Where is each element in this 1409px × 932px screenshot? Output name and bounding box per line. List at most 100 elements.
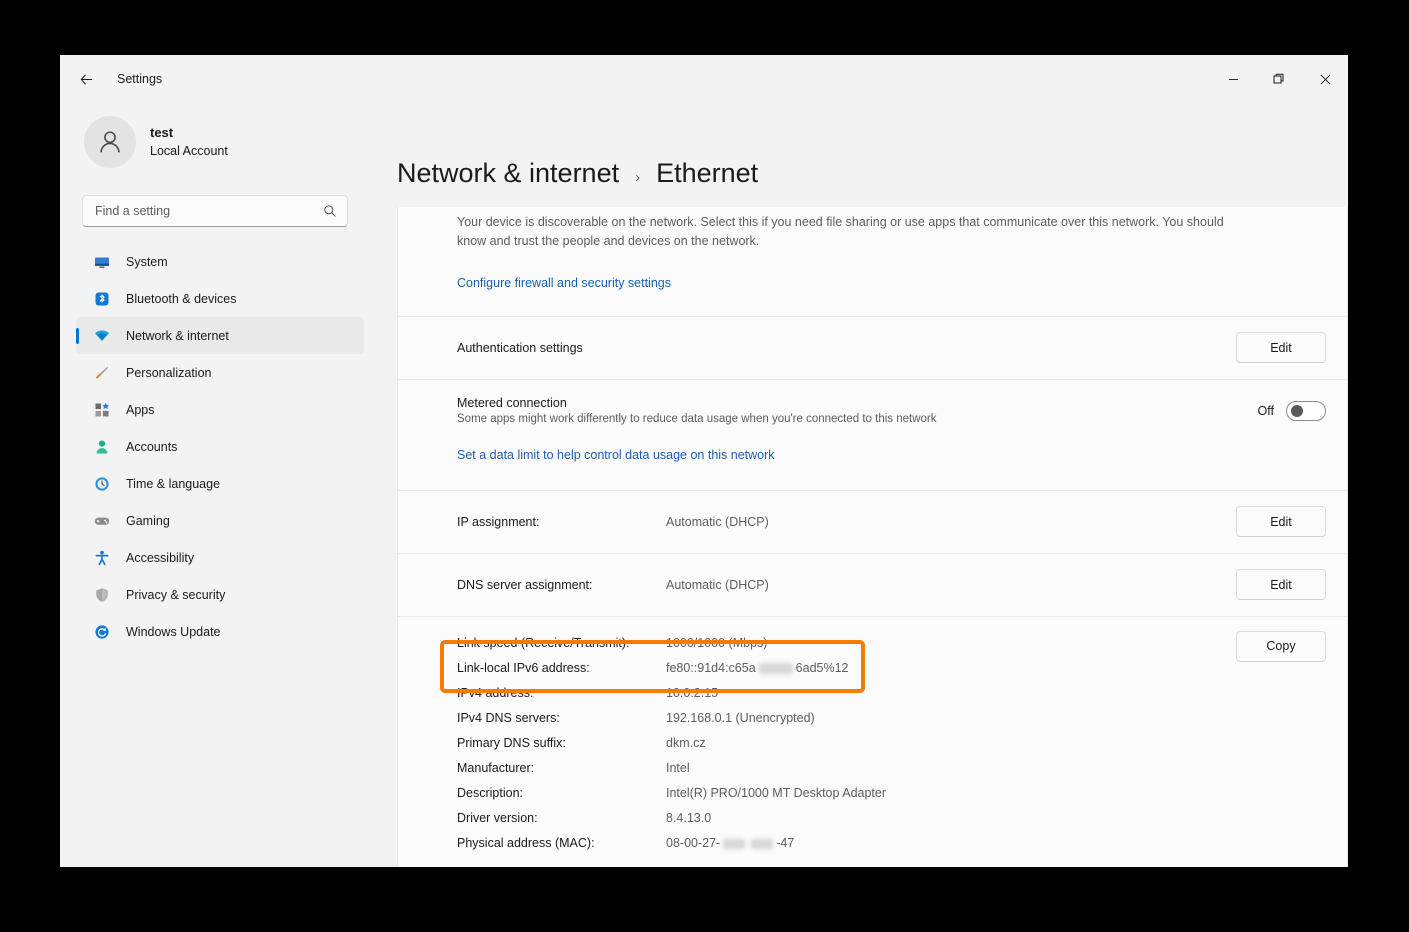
property-value: Intel: [666, 761, 690, 775]
person-icon: [94, 439, 110, 455]
property-value: 10.0.2.15: [666, 686, 718, 700]
sidebar-item-bluetooth-devices[interactable]: Bluetooth & devices: [76, 280, 364, 317]
metered-toggle-group: Off: [1258, 401, 1326, 421]
property-value: Intel(R) PRO/1000 MT Desktop Adapter: [666, 786, 886, 800]
authentication-edit-button[interactable]: Edit: [1236, 332, 1326, 363]
redacted-block: [759, 663, 793, 674]
sidebar-item-label: Bluetooth & devices: [126, 292, 237, 306]
settings-card: Your device is discoverable on the netwo…: [397, 207, 1348, 867]
accessibility-person-icon: [94, 550, 110, 566]
discoverable-description: Your device is discoverable on the netwo…: [398, 207, 1298, 252]
property-key: IPv4 DNS servers:: [457, 711, 666, 725]
property-row: IPv4 DNS servers:192.168.0.1 (Unencrypte…: [457, 706, 1236, 731]
sidebar-item-privacy-security[interactable]: Privacy & security: [76, 576, 364, 613]
sidebar-item-label: System: [126, 255, 168, 269]
property-value: 1000/1000 (Mbps): [666, 636, 767, 650]
monitor-icon: [94, 254, 110, 270]
sidebar-item-label: Apps: [126, 403, 155, 417]
sidebar-item-personalization[interactable]: Personalization: [76, 354, 364, 391]
bluetooth-icon: [94, 291, 110, 307]
authentication-settings-label: Authentication settings: [457, 341, 583, 355]
account-tile[interactable]: test Local Account: [76, 103, 364, 175]
ip-assignment-edit-button[interactable]: Edit: [1236, 506, 1326, 537]
sidebar-item-time-language[interactable]: Time & language: [76, 465, 364, 502]
ip-assignment-row: IP assignment: Automatic (DHCP) Edit: [398, 491, 1347, 553]
property-row: Manufacturer:Intel: [457, 756, 1236, 781]
sidebar-item-label: Accounts: [126, 440, 177, 454]
metered-connection-toggle[interactable]: [1286, 401, 1326, 421]
title-bar: Settings: [60, 55, 1348, 103]
property-key: Link speed (Receive/Transmit):: [457, 636, 666, 650]
dns-assignment-label: DNS server assignment:: [457, 578, 666, 592]
sidebar: test Local Account: [60, 103, 380, 867]
property-row: IPv4 address:10.0.2.15: [457, 681, 1236, 706]
sidebar-item-label: Time & language: [126, 477, 220, 491]
sidebar-item-label: Network & internet: [126, 329, 229, 343]
person-avatar-icon: [95, 127, 125, 157]
apps-grid-icon: [94, 402, 110, 418]
main-content: Network & internet › Ethernet Your devic…: [380, 103, 1348, 867]
sidebar-item-accessibility[interactable]: Accessibility: [76, 539, 364, 576]
close-icon: [1320, 74, 1331, 85]
wifi-icon: [94, 328, 110, 344]
sidebar-item-label: Personalization: [126, 366, 211, 380]
property-value: dkm.cz: [666, 736, 706, 750]
metered-connection-label: Metered connection: [457, 396, 937, 410]
property-value: 192.168.0.1 (Unencrypted): [666, 711, 815, 725]
restore-button[interactable]: [1256, 55, 1302, 103]
property-value: 8.4.13.0: [666, 811, 711, 825]
shield-icon: [94, 587, 110, 603]
metered-connection-description: Some apps might work differently to redu…: [457, 413, 937, 425]
metered-connection-row: Metered connection Some apps might work …: [398, 380, 1347, 442]
configure-firewall-link[interactable]: Configure firewall and security settings: [457, 276, 671, 290]
sidebar-item-label: Privacy & security: [126, 588, 225, 602]
property-key: Physical address (MAC):: [457, 836, 666, 850]
search-input[interactable]: [95, 204, 323, 218]
sidebar-item-gaming[interactable]: Gaming: [76, 502, 364, 539]
copy-properties-button[interactable]: Copy: [1236, 631, 1326, 662]
property-key: Primary DNS suffix:: [457, 736, 666, 750]
window-body: test Local Account: [60, 103, 1348, 867]
sidebar-item-network-internet[interactable]: Network & internet: [76, 317, 364, 354]
ip-assignment-value: Automatic (DHCP): [666, 515, 769, 529]
metered-toggle-state: Off: [1258, 404, 1274, 418]
search-icon: [323, 204, 337, 218]
property-row: Primary DNS suffix:dkm.cz: [457, 731, 1236, 756]
sidebar-item-apps[interactable]: Apps: [76, 391, 364, 428]
property-row: Physical address (MAC):08-00-27--47: [457, 831, 1236, 856]
paintbrush-icon: [94, 365, 110, 381]
adapter-properties: Link speed (Receive/Transmit):1000/1000 …: [398, 617, 1347, 867]
dns-assignment-value: Automatic (DHCP): [666, 578, 769, 592]
property-key: IPv4 address:: [457, 686, 666, 700]
property-row: Driver version:8.4.13.0: [457, 806, 1236, 831]
property-key: Link-local IPv6 address:: [457, 661, 666, 675]
data-limit-link-row: Set a data limit to help control data us…: [398, 442, 1347, 490]
toggle-thumb: [1291, 405, 1303, 417]
breadcrumb: Network & internet › Ethernet: [397, 103, 1348, 207]
sidebar-item-windows-update[interactable]: Windows Update: [76, 613, 364, 650]
gamepad-icon: [94, 513, 110, 529]
sidebar-item-accounts[interactable]: Accounts: [76, 428, 364, 465]
redacted-block: [723, 839, 745, 849]
search-box[interactable]: [82, 195, 348, 227]
property-key: Driver version:: [457, 811, 666, 825]
back-arrow-icon: [79, 72, 94, 87]
minimize-button[interactable]: [1210, 55, 1256, 103]
redacted-block: [751, 839, 773, 849]
sidebar-item-label: Windows Update: [126, 625, 221, 639]
close-button[interactable]: [1302, 55, 1348, 103]
back-button[interactable]: [68, 63, 104, 95]
account-name: test: [150, 124, 228, 143]
set-data-limit-link[interactable]: Set a data limit to help control data us…: [457, 448, 775, 462]
chevron-right-icon: ›: [635, 169, 640, 186]
sidebar-item-system[interactable]: System: [76, 243, 364, 280]
clock-globe-icon: [94, 476, 110, 492]
page-title: Ethernet: [656, 158, 758, 189]
minimize-icon: [1228, 74, 1239, 85]
sidebar-item-label: Accessibility: [126, 551, 194, 565]
breadcrumb-root[interactable]: Network & internet: [397, 158, 619, 189]
property-value: 08-00-27--47: [666, 836, 794, 850]
dns-assignment-edit-button[interactable]: Edit: [1236, 569, 1326, 600]
property-row: Link speed (Receive/Transmit):1000/1000 …: [457, 631, 1236, 656]
properties-table: Link speed (Receive/Transmit):1000/1000 …: [457, 631, 1236, 856]
